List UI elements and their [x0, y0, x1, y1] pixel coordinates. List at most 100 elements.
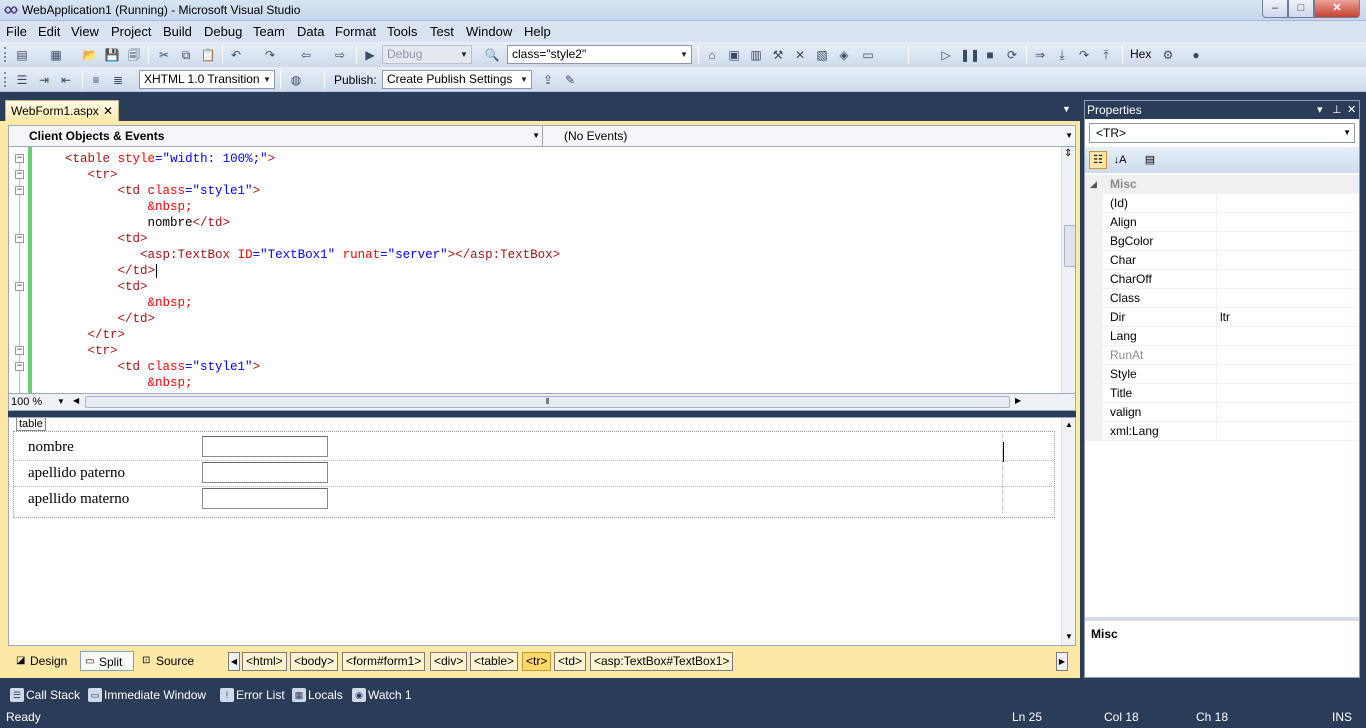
check-accessibility-icon[interactable]: ◍ [288, 72, 304, 88]
menu-view[interactable]: View [71, 24, 99, 39]
toolbox-icon[interactable]: ⚒ [770, 47, 786, 63]
property-row[interactable]: Class [1085, 289, 1359, 308]
collapse-icon[interactable]: − [15, 154, 24, 163]
property-row[interactable]: CharOff [1085, 270, 1359, 289]
publish-web-icon[interactable]: ⇪ [540, 72, 556, 88]
continue-icon[interactable]: ▷ [938, 47, 954, 63]
breakpoints-icon[interactable]: ● [1188, 47, 1204, 63]
table-cell[interactable] [1002, 487, 1003, 513]
menu-tools[interactable]: Tools [387, 24, 417, 39]
category-misc[interactable]: ◢ Misc [1085, 175, 1359, 194]
property-row[interactable]: Style [1085, 365, 1359, 384]
collapse-icon[interactable]: − [15, 186, 24, 195]
collapse-icon[interactable]: − [15, 170, 24, 179]
close-button[interactable]: ✕ [1314, 0, 1360, 18]
outdent-icon[interactable]: ⇤ [58, 72, 74, 88]
scroll-up-icon[interactable]: ▲ [1065, 420, 1073, 429]
breadcrumb-item[interactable]: <body> [290, 652, 339, 671]
uncomment-icon[interactable]: ≣ [110, 72, 126, 88]
redo-icon[interactable]: ↷ [262, 47, 278, 63]
objects-events-select[interactable]: Client Objects & Events ▼ [9, 126, 543, 146]
step-into-icon[interactable]: ⤓ [1054, 47, 1070, 63]
textbox1[interactable] [202, 436, 328, 457]
solution-explorer-icon[interactable]: ⌂ [704, 47, 720, 63]
scroll-right-icon[interactable]: ▶ [1015, 396, 1021, 405]
window-position-icon[interactable]: ▾ [1317, 101, 1323, 119]
menu-debug[interactable]: Debug [204, 24, 242, 39]
toolbar-grip[interactable] [4, 72, 8, 87]
property-row[interactable]: Align [1085, 213, 1359, 232]
table-cell[interactable] [1002, 461, 1003, 487]
menu-edit[interactable]: Edit [38, 24, 60, 39]
break-all-icon[interactable]: ❚❚ [960, 47, 980, 63]
property-row[interactable]: valign [1085, 403, 1359, 422]
hex-display-toggle[interactable]: Hex [1130, 47, 1151, 61]
close-panel-icon[interactable]: ✕ [1347, 101, 1356, 119]
menu-window[interactable]: Window [466, 24, 512, 39]
menu-help[interactable]: Help [524, 24, 551, 39]
hex-icon[interactable]: ⚙ [1160, 47, 1176, 63]
new-project-icon[interactable]: ▤ [14, 47, 30, 63]
object-browser-icon[interactable]: ▥ [748, 47, 764, 63]
active-files-dropdown-icon[interactable]: ▼ [1062, 104, 1074, 116]
find-in-files-icon[interactable]: 🔍 [484, 47, 500, 63]
table-row[interactable]: apellido materno [14, 487, 1054, 513]
minimize-button[interactable]: – [1262, 0, 1288, 18]
property-row[interactable]: Lang [1085, 327, 1359, 346]
properties-window-icon[interactable]: ▣ [726, 47, 742, 63]
property-pages-icon[interactable]: ▤ [1141, 151, 1159, 169]
code-vertical-scrollbar[interactable]: ⇕ [1061, 147, 1075, 393]
breadcrumb-item[interactable]: <td> [554, 652, 587, 671]
property-row[interactable]: Dir ltr [1085, 308, 1359, 327]
publish-settings-select[interactable]: Create Publish Settings ▼ [382, 70, 532, 89]
textbox3[interactable] [202, 488, 328, 509]
cut-icon[interactable]: ✂ [156, 47, 172, 63]
toolbar-grip[interactable] [4, 47, 8, 62]
object-select[interactable]: <TR> ▼ [1089, 123, 1355, 143]
show-next-statement-icon[interactable]: ⇒ [1032, 47, 1048, 63]
menu-project[interactable]: Project [111, 24, 151, 39]
design-pane[interactable]: table nombre apellido paterno apellido m… [8, 417, 1076, 646]
pin-icon[interactable]: ⊥ [1332, 101, 1342, 119]
split-view-button[interactable]: ▭ Split [80, 651, 134, 671]
scrollbar-thumb[interactable] [1064, 225, 1075, 267]
design-table[interactable]: nombre apellido paterno apellido materno [13, 431, 1055, 518]
source-code-pane[interactable]: − − − − − − − <table style="width: 100%;"> <tr… [8, 147, 1076, 393]
maximize-button[interactable]: □ [1288, 0, 1314, 18]
events-select[interactable]: (No Events) ▼ [544, 126, 1075, 146]
menu-format[interactable]: Format [335, 24, 376, 39]
table-row[interactable]: apellido paterno [14, 461, 1054, 487]
design-view-button[interactable]: ◪ Design [12, 651, 74, 671]
command-window-icon[interactable]: ▭ [860, 47, 876, 63]
code-horizontal-scrollbar[interactable]: ⦀ [85, 396, 1010, 408]
navigate-backward-icon[interactable]: ⇦ [298, 47, 314, 63]
scroll-down-icon[interactable]: ▼ [1065, 632, 1073, 641]
comment-icon[interactable]: ≡ [88, 72, 104, 88]
solution-configuration-select[interactable]: Debug ▼ [382, 45, 472, 64]
paste-icon[interactable]: 📋 [200, 47, 216, 63]
breadcrumb-item[interactable]: <form#form1> [342, 652, 426, 671]
start-page-icon[interactable]: ▧ [814, 47, 830, 63]
format-document-icon[interactable]: ☰ [14, 72, 30, 88]
tab-call-stack[interactable]: ☰ Call Stack [8, 686, 80, 704]
design-vertical-scrollbar[interactable]: ▲ ▼ [1061, 418, 1075, 645]
split-icon[interactable]: ⇕ [1064, 148, 1072, 159]
breadcrumb-item[interactable]: <div> [430, 652, 468, 671]
alphabetical-icon[interactable]: ↓A [1111, 151, 1129, 169]
property-row[interactable]: xml:Lang [1085, 422, 1359, 441]
style-target-select[interactable]: class="style2" ▼ [507, 45, 692, 64]
tools-icon[interactable]: ✕ [792, 47, 808, 63]
table-row[interactable]: nombre [14, 435, 1054, 461]
property-row[interactable]: Char [1085, 251, 1359, 270]
collapse-icon[interactable]: − [15, 346, 24, 355]
breadcrumb-item[interactable]: <asp:TextBox#TextBox1> [590, 652, 734, 671]
tab-locals[interactable]: ▦ Locals [290, 686, 343, 704]
stop-debugging-icon[interactable]: ■ [982, 47, 998, 63]
property-row[interactable]: Title [1085, 384, 1359, 403]
breadcrumb-item[interactable]: <table> [470, 652, 519, 671]
tab-watch-1[interactable]: ◉ Watch 1 [350, 686, 412, 704]
property-row[interactable]: BgColor [1085, 232, 1359, 251]
menu-data[interactable]: Data [297, 24, 324, 39]
indent-icon[interactable]: ⇥ [36, 72, 52, 88]
step-over-icon[interactable]: ↷ [1076, 47, 1092, 63]
